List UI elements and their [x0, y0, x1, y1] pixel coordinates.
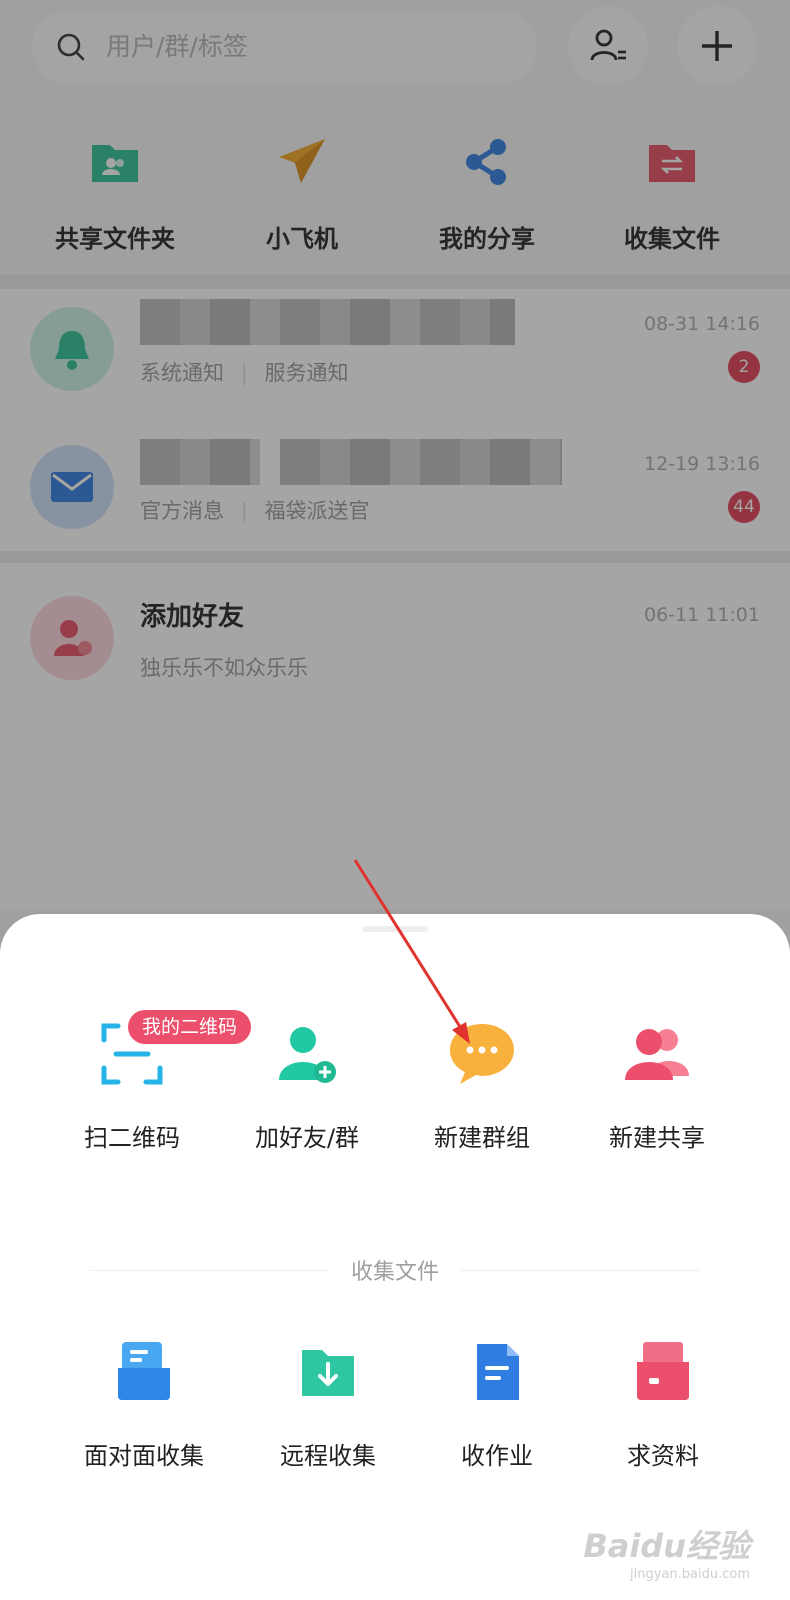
add-friend-icon — [279, 1027, 336, 1083]
remote-collect-icon — [302, 1350, 354, 1396]
new-group-button[interactable]: 新建群组 — [397, 1018, 567, 1153]
face-collect-button[interactable]: 面对面收集 — [59, 1336, 229, 1471]
bottom-sheet: 扫二维码 我的二维码 加好友/群 新建群组 新建共享 收集文件 面对面收集 远程… — [0, 914, 790, 1600]
watermark: Baidu经验 jingyan.baidu.com — [583, 1521, 750, 1582]
watermark-brand: Baidu经验 — [583, 1527, 750, 1565]
watermark-url: jingyan.baidu.com — [630, 1567, 750, 1582]
sheet-handle[interactable] — [362, 926, 428, 932]
action-label: 新建群组 — [434, 1124, 530, 1152]
add-friend-group-button[interactable]: 加好友/群 — [222, 1018, 392, 1153]
action-label: 加好友/群 — [254, 1124, 360, 1152]
chat-bubble-icon — [450, 1024, 514, 1084]
collect-label: 面对面收集 — [84, 1442, 204, 1470]
remote-collect-button[interactable]: 远程收集 — [243, 1336, 413, 1471]
collect-label: 收作业 — [461, 1442, 533, 1470]
homework-icon — [477, 1344, 519, 1400]
collect-label: 远程收集 — [280, 1442, 376, 1470]
new-share-button[interactable]: 新建共享 — [572, 1018, 742, 1153]
face-collect-icon — [118, 1342, 170, 1400]
homework-button[interactable]: 收作业 — [412, 1336, 582, 1471]
action-label: 新建共享 — [609, 1124, 705, 1152]
group-share-icon — [625, 1029, 689, 1080]
request-material-icon — [637, 1342, 689, 1400]
action-label: 扫二维码 — [84, 1124, 180, 1152]
collect-label: 求资料 — [627, 1442, 699, 1470]
section-title: 收集文件 — [350, 1260, 439, 1285]
request-material-button[interactable]: 求资料 — [578, 1336, 748, 1471]
